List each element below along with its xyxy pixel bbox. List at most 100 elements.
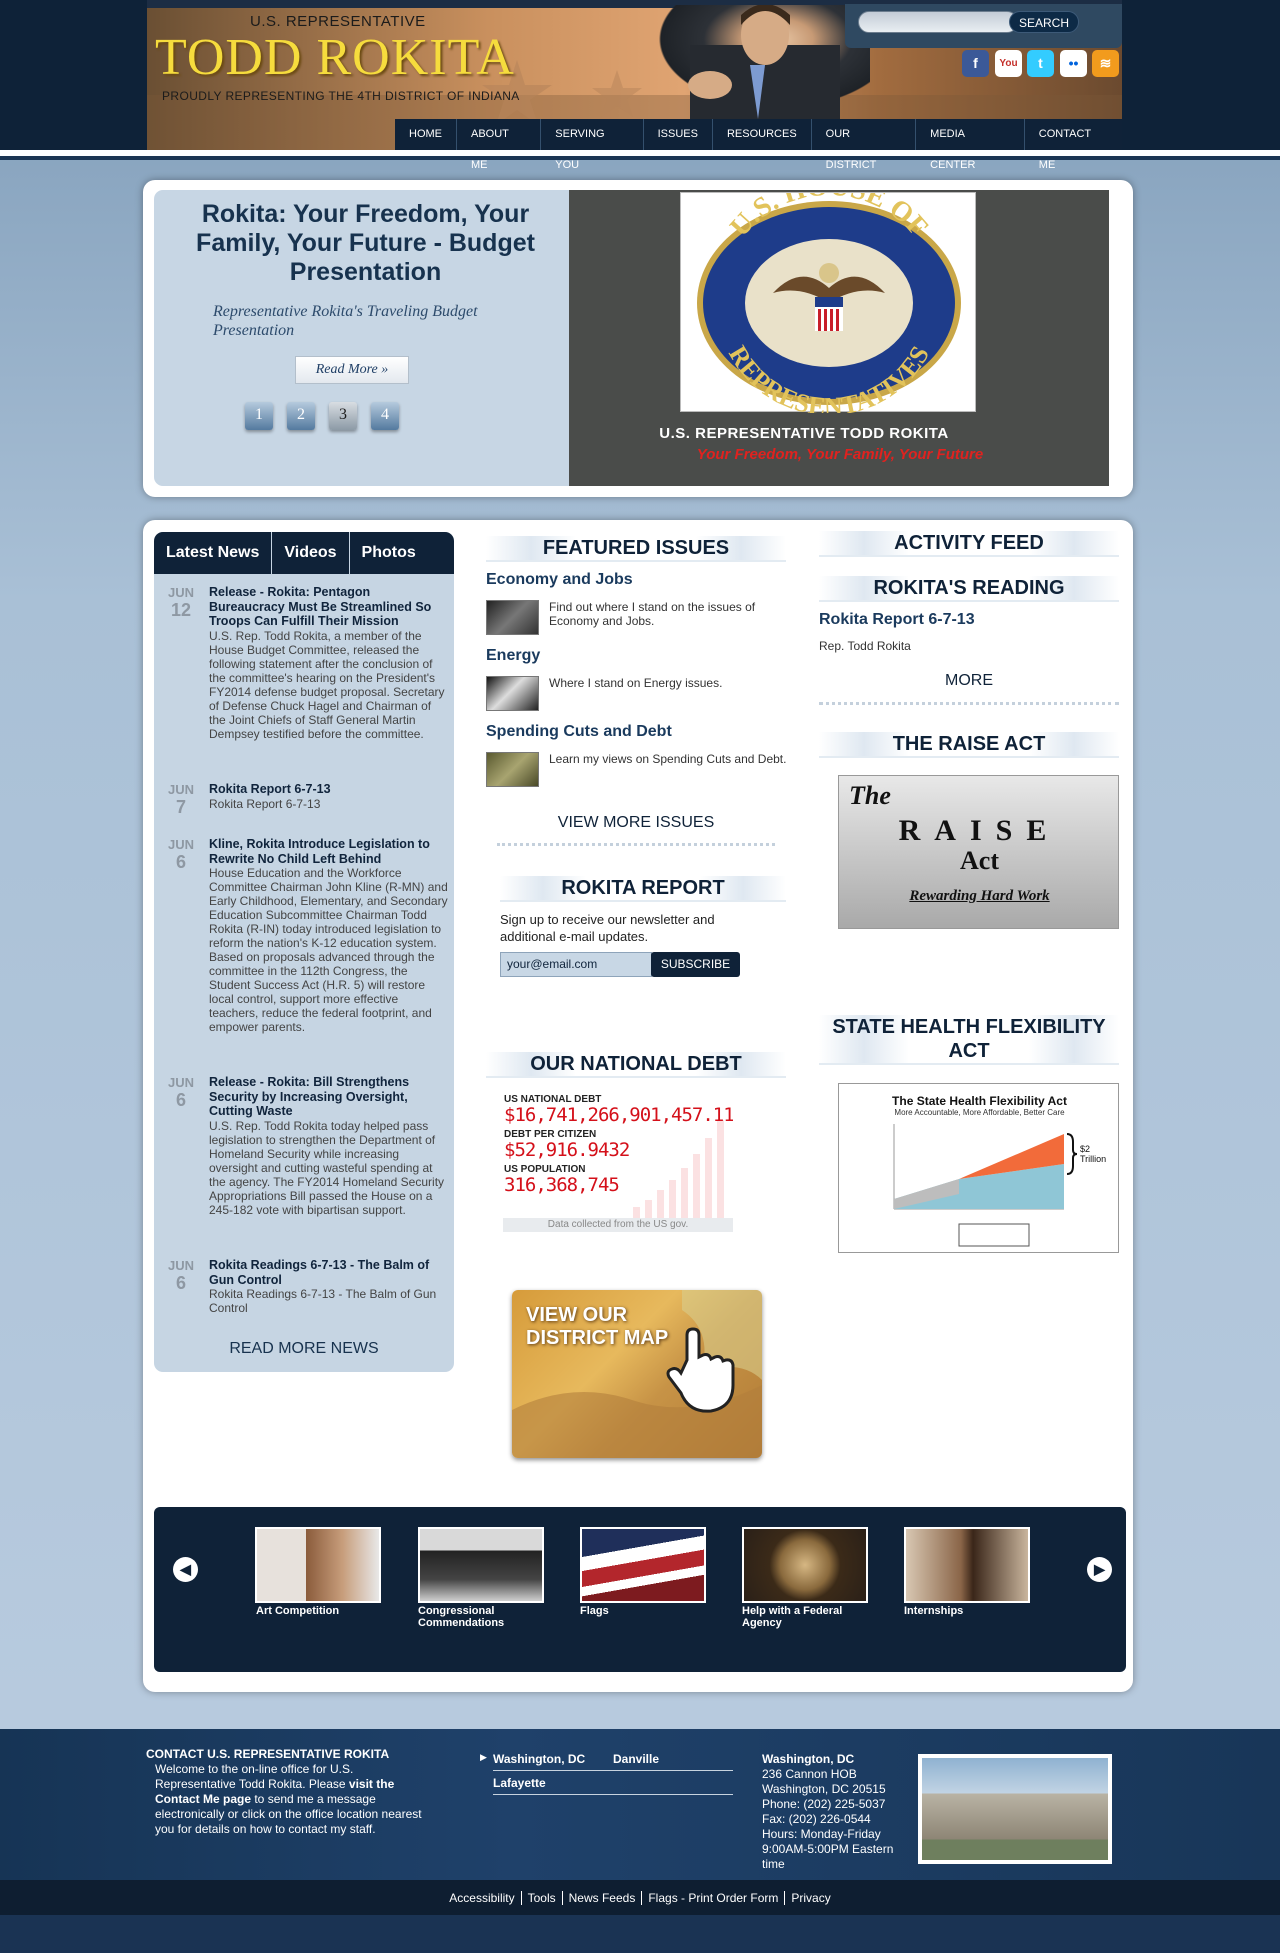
footer-link-accessibility[interactable]: Accessibility (443, 1891, 522, 1905)
search-button[interactable]: SEARCH (1009, 11, 1079, 33)
slide-page-4[interactable]: 4 (371, 402, 399, 430)
representative-photo (640, 5, 870, 119)
carousel-thumb-internships[interactable] (904, 1527, 1030, 1603)
news-date-month: JUN (167, 1258, 194, 1273)
economy-thumbnail[interactable] (486, 600, 539, 635)
office-tab-washington[interactable]: Washington, DC (493, 1752, 585, 1767)
district-map-label[interactable]: VIEW OUR DISTRICT MAP (526, 1304, 696, 1350)
reading-author: Rep. Todd Rokita (819, 639, 911, 653)
slide-caption: U.S. Representative Todd Rokita (659, 425, 949, 442)
footer-link-flags-order[interactable]: Flags - Print Order Form (642, 1891, 786, 1905)
news-tabs: Latest News Videos Photos (154, 532, 454, 574)
carousel-next-icon[interactable]: ▶ (1087, 1557, 1112, 1582)
tab-latest-news[interactable]: Latest News (154, 532, 273, 574)
nav-media-center[interactable]: MEDIA CENTER (916, 119, 1025, 171)
twitter-icon[interactable]: t (1027, 50, 1054, 77)
slide-page-1[interactable]: 1 (245, 402, 273, 430)
read-more-button[interactable]: Read More » (295, 356, 409, 384)
citizen-value: $52,916.9432 (504, 1139, 630, 1161)
carousel-label[interactable]: Congressional Commendations (418, 1605, 548, 1629)
footer-link-privacy[interactable]: Privacy (785, 1891, 836, 1905)
news-item[interactable]: JUN 7 Rokita Report 6-7-13 Rokita Report… (164, 782, 449, 817)
reading-title[interactable]: Rokita Report 6-7-13 (819, 611, 975, 629)
news-title[interactable]: Release - Rokita: Pentagon Bureaucracy M… (209, 585, 449, 629)
search-input[interactable] (858, 11, 1018, 33)
raise-act-image[interactable]: The RAISE Act Rewarding Hard Work (838, 775, 1119, 929)
office-hours-time: 9:00AM-5:00PM Eastern time (762, 1842, 894, 1871)
view-more-issues-link[interactable]: VIEW MORE ISSUES (486, 814, 786, 832)
footer-links-bar: Accessibility Tools News Feeds Flags - Prin… (0, 1880, 1280, 1915)
carousel-thumb-art[interactable] (255, 1527, 381, 1603)
news-item[interactable]: JUN 6 Kline, Rokita Introduce Legislatio… (164, 837, 449, 1052)
news-title[interactable]: Rokita Readings 6-7-13 - The Balm of Gun… (209, 1258, 449, 1287)
nav-issues[interactable]: ISSUES (644, 119, 713, 150)
debt-chart-bar (693, 1154, 700, 1219)
footer-link-tools[interactable]: Tools (521, 1891, 563, 1905)
news-item[interactable]: JUN 12 Release - Rokita: Pentagon Bureau… (164, 585, 449, 760)
news-date-day: 6 (175, 1090, 186, 1110)
issue-text-energy: Where I stand on Energy issues. (549, 676, 723, 690)
carousel-label[interactable]: Flags (580, 1605, 710, 1617)
flickr-icon[interactable]: •• (1060, 50, 1087, 77)
carousel-thumb-federal-agency[interactable] (742, 1527, 868, 1603)
news-item[interactable]: JUN 6 Rokita Readings 6-7-13 - The Balm … (164, 1258, 449, 1318)
health-act-image[interactable]: The State Health Flexibility Act More Ac… (838, 1083, 1119, 1253)
slide-title[interactable]: Rokita: Your Freedom, Your Family, Your … (168, 200, 563, 287)
health-image-note: $2 Trillion (1080, 1144, 1107, 1164)
read-more-news-link[interactable]: READ MORE NEWS (154, 1340, 454, 1358)
carousel-label[interactable]: Art Competition (256, 1605, 386, 1617)
national-debt-widget: US NATIONAL DEBT $16,741,266,901,457.11 … (503, 1092, 733, 1232)
slide-page-2[interactable]: 2 (287, 402, 315, 430)
nav-serving-you[interactable]: SERVING YOU (541, 119, 644, 171)
federal-seal-image (744, 1529, 866, 1601)
subscribe-button[interactable]: SUBSCRIBE (651, 952, 740, 977)
nav-home[interactable]: HOME (395, 119, 457, 150)
carousel-thumb-commendations[interactable] (418, 1527, 544, 1603)
news-date-day: 12 (170, 600, 192, 620)
tab-videos[interactable]: Videos (272, 532, 350, 574)
raise-act-heading: THE RAISE ACT (819, 732, 1119, 758)
footer-link-news-feeds[interactable]: News Feeds (562, 1891, 643, 1905)
nav-our-district[interactable]: OUR DISTRICT (812, 119, 917, 171)
site-tagline: PROUDLY REPRESENTING THE 4TH DISTRICT OF… (162, 89, 520, 103)
news-date-day: 7 (175, 797, 186, 817)
energy-thumbnail[interactable] (486, 676, 539, 711)
news-title[interactable]: Release - Rokita: Bill Strengthens Secur… (209, 1075, 449, 1119)
office-address-line: Washington, DC 20515 (762, 1782, 886, 1796)
more-link[interactable]: MORE (819, 672, 1119, 690)
nav-about-me[interactable]: ABOUT ME (457, 119, 542, 171)
nav-resources[interactable]: RESOURCES (713, 119, 812, 150)
debt-value: $16,741,266,901,457.11 (504, 1104, 733, 1126)
issue-title-economy[interactable]: Economy and Jobs (486, 571, 633, 589)
rss-icon[interactable]: ≋ (1092, 50, 1119, 77)
internships-image (906, 1529, 1028, 1601)
carousel-prev-icon[interactable]: ◀ (173, 1557, 198, 1582)
tab-photos[interactable]: Photos (350, 532, 428, 574)
carousel-label[interactable]: Help with a Federal Agency (742, 1605, 872, 1629)
carousel-label[interactable]: Internships (904, 1605, 1034, 1617)
news-title[interactable]: Rokita Report 6-7-13 (209, 782, 449, 797)
office-tab-lafayette[interactable]: Lafayette (493, 1776, 546, 1791)
carousel-thumb-flags[interactable] (580, 1527, 706, 1603)
health-act-heading: STATE HEALTH FLEXIBILITY ACT (819, 1015, 1119, 1065)
youtube-icon[interactable]: You (995, 50, 1022, 77)
email-input[interactable]: your@email.com (500, 952, 652, 977)
news-title[interactable]: Kline, Rokita Introduce Legislation to R… (209, 837, 449, 866)
news-summary: House Education and the Workforce Commit… (209, 866, 448, 1034)
issue-title-spending[interactable]: Spending Cuts and Debt (486, 723, 672, 741)
nav-contact-me[interactable]: CONTACT ME (1025, 119, 1122, 171)
news-summary: Rokita Report 6-7-13 (209, 797, 321, 811)
issue-text-economy: Find out where I stand on the issues of … (549, 600, 756, 628)
activity-feed-heading: ACTIVITY FEED (819, 531, 1119, 557)
news-date-month: JUN (167, 782, 194, 797)
debt-chart-bar (669, 1180, 676, 1219)
office-tab-danville[interactable]: Danville (613, 1752, 659, 1767)
spending-thumbnail[interactable] (486, 752, 539, 787)
slide-page-3[interactable]: 3 (329, 402, 357, 430)
issue-title-energy[interactable]: Energy (486, 647, 540, 665)
site-title[interactable]: TODD ROKITA (155, 28, 515, 87)
header-divider (0, 150, 1280, 160)
news-item[interactable]: JUN 6 Release - Rokita: Bill Strengthens… (164, 1075, 449, 1235)
facebook-icon[interactable]: f (962, 50, 989, 77)
news-date-month: JUN (167, 1075, 194, 1090)
